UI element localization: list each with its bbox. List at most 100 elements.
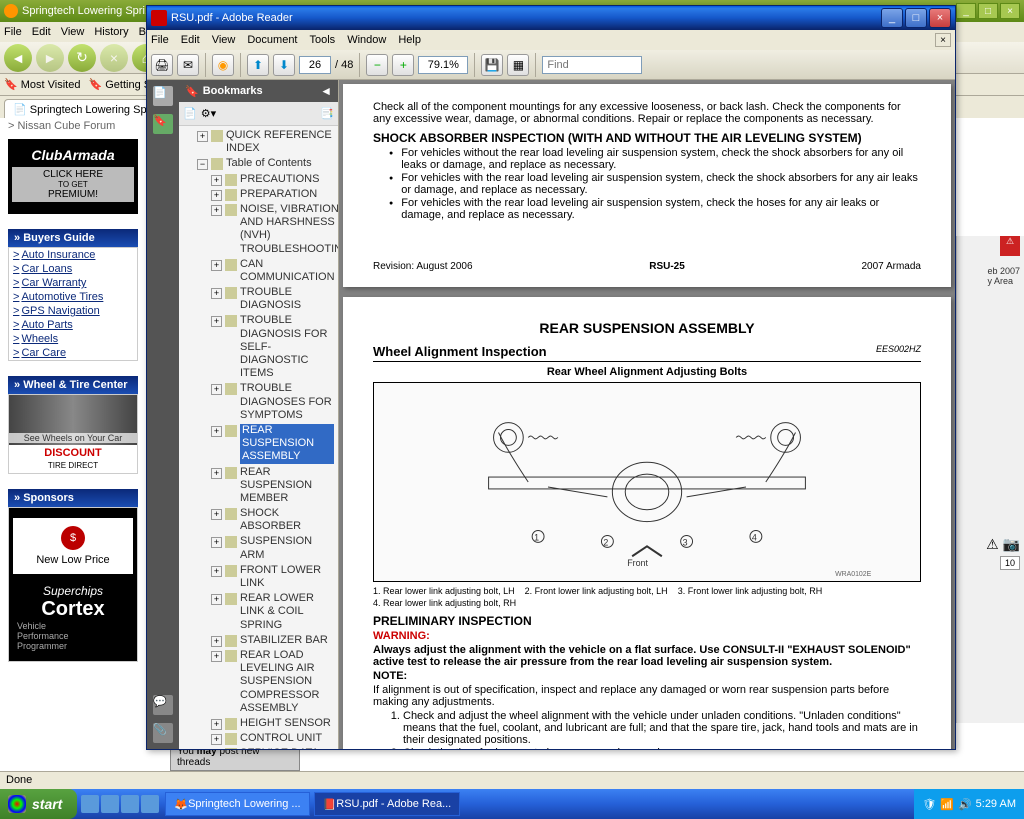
- adobe-menu-document[interactable]: Document: [247, 34, 297, 46]
- tray-shield-icon[interactable]: 🛡: [922, 798, 936, 811]
- bookmarks-tree[interactable]: +QUICK REFERENCE INDEX−Table of Contents…: [179, 126, 338, 749]
- bookmark-expand-icon[interactable]: +: [211, 205, 222, 216]
- ql-media-icon[interactable]: [121, 795, 139, 813]
- system-tray[interactable]: 🛡 📶 🔊 5:29 AM: [914, 789, 1024, 819]
- buyers-guide-link[interactable]: Auto Parts: [9, 318, 137, 332]
- organize-button[interactable]: ▦: [507, 54, 529, 76]
- bookmark-item[interactable]: −Table of Contents: [195, 156, 336, 171]
- bookmark-expand-icon[interactable]: +: [211, 651, 222, 662]
- buyers-guide-link[interactable]: Car Loans: [9, 262, 137, 276]
- taskbar-item-firefox[interactable]: 🦊 Springtech Lowering ...: [165, 792, 309, 816]
- bookmark-item[interactable]: +SERVICE DATA: [209, 746, 336, 749]
- bookmark-item[interactable]: +REAR SUSPENSION MEMBER: [209, 465, 336, 507]
- page-down-button[interactable]: ⬇: [273, 54, 295, 76]
- find-input[interactable]: [542, 56, 642, 74]
- bookmark-expand-icon[interactable]: +: [211, 636, 222, 647]
- bookmark-expand-icon[interactable]: +: [211, 719, 222, 730]
- bookmark-item[interactable]: +NOISE, VIBRATION, AND HARSHNESS (NVH) T…: [209, 202, 336, 257]
- menu-edit[interactable]: Edit: [32, 26, 51, 38]
- bookmarks-new-icon[interactable]: 📄: [183, 107, 197, 120]
- email-button[interactable]: ✉: [177, 54, 199, 76]
- bookmark-item[interactable]: +SHOCK ABSORBER: [209, 506, 336, 534]
- bookmark-item[interactable]: +REAR LOAD LEVELING AIR SUSPENSION COMPR…: [209, 648, 336, 716]
- bookmark-item[interactable]: +PREPARATION: [209, 187, 336, 202]
- zoom-out-button[interactable]: −: [366, 54, 388, 76]
- back-button[interactable]: ◄: [4, 44, 32, 72]
- buyers-guide-link[interactable]: Automotive Tires: [9, 290, 137, 304]
- close-button[interactable]: ×: [1000, 3, 1020, 19]
- bookmark-expand-icon[interactable]: +: [211, 594, 222, 605]
- bookmark-item[interactable]: +CAN COMMUNICATION: [209, 257, 336, 285]
- adobe-menu-window[interactable]: Window: [347, 34, 386, 46]
- bookmark-item[interactable]: +QUICK REFERENCE INDEX: [195, 128, 336, 156]
- adobe-close-button[interactable]: ×: [929, 8, 951, 28]
- bookmark-item[interactable]: +CONTROL UNIT: [209, 731, 336, 746]
- prev-view-button[interactable]: ◉: [212, 54, 234, 76]
- adobe-minimize-button[interactable]: _: [881, 8, 903, 28]
- page-number-input[interactable]: [299, 56, 331, 74]
- menu-view[interactable]: View: [61, 26, 85, 38]
- bookmark-expand-icon[interactable]: +: [211, 175, 222, 186]
- bookmarks-panel-icon[interactable]: 🔖: [153, 114, 173, 134]
- bookmark-expand-icon[interactable]: +: [211, 316, 222, 327]
- bookmark-expand-icon[interactable]: −: [197, 159, 208, 170]
- adobe-menu-tools[interactable]: Tools: [310, 34, 336, 46]
- bookmark-item[interactable]: +TROUBLE DIAGNOSIS: [209, 285, 336, 313]
- reload-button[interactable]: ↻: [68, 44, 96, 72]
- buyers-guide-link[interactable]: GPS Navigation: [9, 304, 137, 318]
- forward-button[interactable]: ►: [36, 44, 64, 72]
- bookmarks-options-icon[interactable]: ⚙▾: [201, 107, 216, 120]
- print-button[interactable]: 🖨: [151, 54, 173, 76]
- wheels-image[interactable]: See Wheels on Your Car: [9, 395, 137, 445]
- bookmark-expand-icon[interactable]: +: [211, 260, 222, 271]
- superchips-ad[interactable]: $ New Low Price Superchips Cortex Vehicl…: [9, 508, 137, 661]
- tray-network-icon[interactable]: 📶: [940, 798, 954, 811]
- warning-icon[interactable]: ⚠: [1000, 236, 1020, 256]
- ql-ie-icon[interactable]: [81, 795, 99, 813]
- bookmark-expand-icon[interactable]: +: [211, 468, 222, 479]
- ql-firefox-icon[interactable]: [141, 795, 159, 813]
- adobe-menu-edit[interactable]: Edit: [181, 34, 200, 46]
- start-button[interactable]: start: [0, 789, 77, 819]
- pdf-viewport[interactable]: Check all of the component mountings for…: [339, 80, 955, 749]
- bookmark-expand-icon[interactable]: +: [197, 131, 208, 142]
- minimize-button[interactable]: _: [956, 3, 976, 19]
- adobe-doc-close-button[interactable]: ×: [935, 33, 951, 47]
- bookmark-item[interactable]: +FRONT LOWER LINK: [209, 563, 336, 591]
- adobe-maximize-button[interactable]: □: [905, 8, 927, 28]
- bookmark-item[interactable]: +TROUBLE DIAGNOSES FOR SYMPTOMS: [209, 381, 336, 423]
- bookmarks-trash-icon[interactable]: 📑: [320, 107, 334, 120]
- save-button[interactable]: 💾: [481, 54, 503, 76]
- tray-volume-icon[interactable]: 🔊: [958, 798, 972, 811]
- bookmark-item[interactable]: +STABILIZER BAR: [209, 633, 336, 648]
- attachments-panel-icon[interactable]: 📎: [153, 723, 173, 743]
- zoom-in-button[interactable]: +: [392, 54, 414, 76]
- most-visited-link[interactable]: 🔖 Most Visited: [4, 78, 80, 91]
- buyers-guide-link[interactable]: Car Warranty: [9, 276, 137, 290]
- comments-panel-icon[interactable]: 💬: [153, 695, 173, 715]
- stop-button[interactable]: ×: [100, 44, 128, 72]
- bookmark-item[interactable]: +HEIGHT SENSOR: [209, 716, 336, 731]
- bookmark-expand-icon[interactable]: +: [211, 384, 222, 395]
- bookmark-item[interactable]: +REAR LOWER LINK & COIL SPRING: [209, 591, 336, 633]
- maximize-button[interactable]: □: [978, 3, 998, 19]
- bookmark-expand-icon[interactable]: +: [211, 537, 222, 548]
- bookmark-expand-icon[interactable]: +: [211, 734, 222, 745]
- bookmark-expand-icon[interactable]: +: [211, 566, 222, 577]
- bookmark-expand-icon[interactable]: +: [211, 288, 222, 299]
- buyers-guide-link[interactable]: Car Care: [9, 346, 137, 360]
- adobe-titlebar[interactable]: RSU.pdf - Adobe Reader _ □ ×: [147, 6, 955, 30]
- bookmark-expand-icon[interactable]: +: [211, 509, 222, 520]
- bookmark-expand-icon[interactable]: +: [211, 190, 222, 201]
- buyers-guide-link[interactable]: Auto Insurance: [9, 248, 137, 262]
- menu-file[interactable]: File: [4, 26, 22, 38]
- adobe-menu-help[interactable]: Help: [398, 34, 421, 46]
- bookmark-item[interactable]: +PRECAUTIONS: [209, 172, 336, 187]
- taskbar-item-adobe[interactable]: 📕 RSU.pdf - Adobe Rea...: [314, 792, 461, 816]
- bookmark-item[interactable]: +TROUBLE DIAGNOSIS FOR SELF-DIAGNOSTIC I…: [209, 313, 336, 381]
- ql-desktop-icon[interactable]: [101, 795, 119, 813]
- club-armada-ad[interactable]: ClubArmada CLICK HERE TO GET PREMIUM!: [8, 139, 138, 214]
- pages-panel-icon[interactable]: 📄: [153, 86, 173, 106]
- page-up-button[interactable]: ⬆: [247, 54, 269, 76]
- menu-history[interactable]: History: [94, 26, 128, 38]
